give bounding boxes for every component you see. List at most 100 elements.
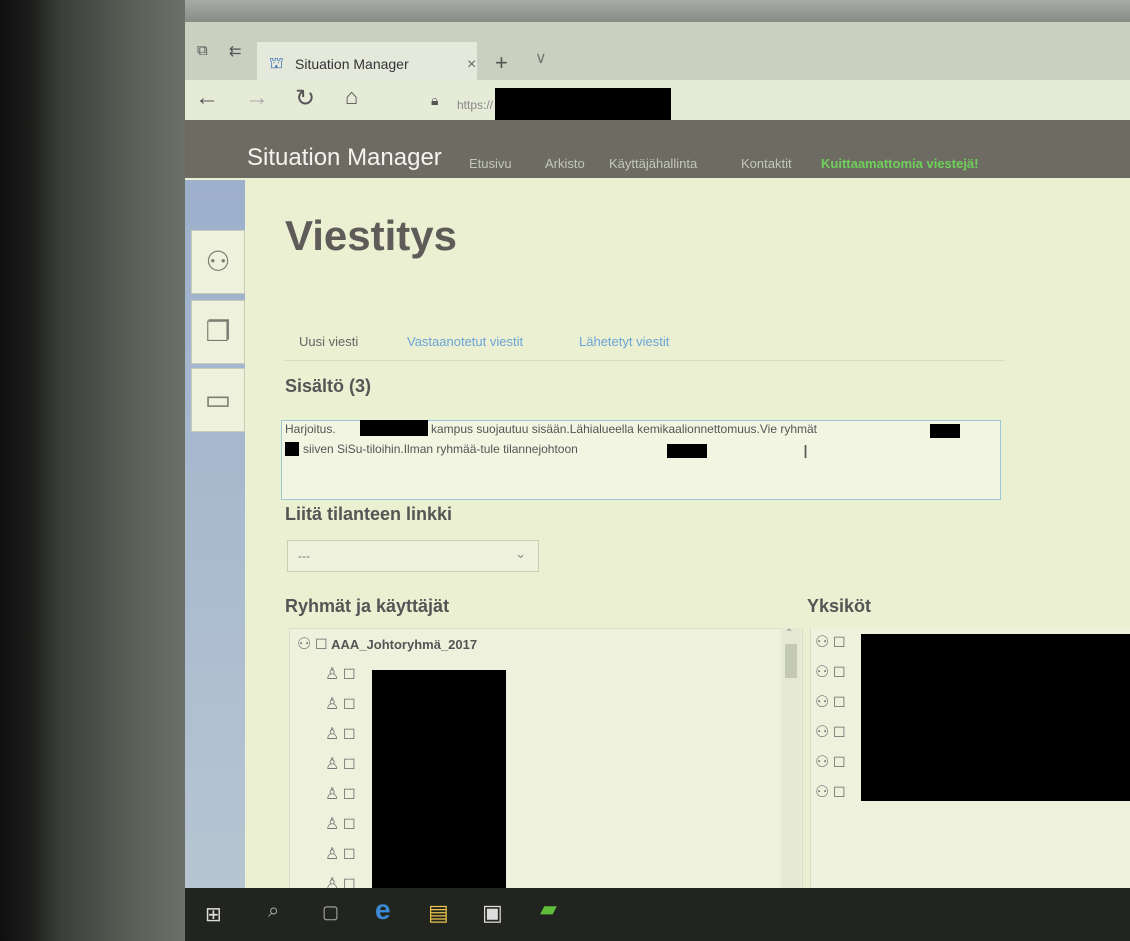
checkbox-icon[interactable]: ☐ (343, 846, 356, 862)
redacted-unit-names (861, 634, 1130, 801)
set-aside-icon[interactable]: ⇇ (229, 42, 242, 60)
groups-list[interactable] (289, 628, 803, 922)
user-icon: ♙ (325, 786, 340, 803)
browser-tab[interactable]: ⛫ Situation Manager × (257, 42, 477, 80)
checkbox-icon[interactable]: ☐ (315, 636, 328, 652)
tab-close-icon[interactable]: × (467, 56, 476, 74)
menu-etusivu[interactable]: Etusivu (469, 156, 512, 171)
message-line1-b: kampus suojautuu sisään.Lähialueella kem… (431, 422, 818, 436)
tab-lahetetyt[interactable]: Lähetetyt viestit (579, 334, 669, 349)
text-cursor-icon: I (803, 442, 809, 462)
unacknowledged-alert[interactable]: Kuittaamattomia viestejä! (821, 156, 979, 171)
user-icon: ♙ (325, 756, 340, 773)
user-icon: ♙ (325, 666, 340, 683)
message-line1-a: Harjoitus. (285, 422, 336, 436)
unit-row[interactable]: ⚇ ☐ (815, 692, 846, 712)
user-icon: ♙ (325, 816, 340, 833)
user-row[interactable]: ♙ ☐ (325, 694, 356, 714)
sidebar-user-icon[interactable]: ⚇ (191, 230, 245, 294)
redacted-url (495, 88, 671, 124)
checkbox-icon[interactable]: ☐ (833, 634, 846, 650)
file-explorer-icon[interactable]: ▤ (428, 900, 449, 926)
checkbox-icon[interactable]: ☐ (343, 816, 356, 832)
group-name: AAA_Johtoryhmä_2017 (331, 637, 478, 652)
redacted-text (360, 420, 428, 436)
unit-row[interactable]: ⚇ ☐ (815, 752, 846, 772)
home-icon[interactable]: ⌂ (345, 84, 358, 110)
app-brand[interactable]: Situation Manager (247, 144, 442, 172)
checkbox-icon[interactable]: ☐ (343, 756, 356, 772)
select-value: --- (298, 549, 310, 563)
tab-title: Situation Manager (295, 56, 409, 72)
group-icon: ⚇ (815, 664, 830, 681)
checkbox-icon[interactable]: ☐ (833, 784, 846, 800)
redacted-text (285, 442, 299, 456)
scroll-up-icon[interactable]: ⌃ (785, 628, 793, 639)
chevron-down-icon: ⌄ (515, 546, 526, 561)
checkbox-icon[interactable]: ☐ (343, 786, 356, 802)
units-heading: Yksiköt (807, 596, 872, 616)
redacted-text (930, 424, 960, 438)
group-icon: ⚇ (815, 754, 830, 771)
refresh-icon[interactable]: ↻ (295, 84, 315, 113)
user-row[interactable]: ♙ ☐ (325, 754, 356, 774)
user-icon: ♙ (325, 846, 340, 863)
group-icon: ⚇ (815, 724, 830, 741)
sidebar-chat-icon[interactable]: ▭ (191, 368, 245, 432)
browser-tabbar: ⧉ ⇇ ⛫ Situation Manager × + ∨ (185, 22, 1130, 80)
groups-heading: Ryhmät ja käyttäjät (285, 596, 450, 616)
redacted-user-names (372, 670, 506, 904)
user-row[interactable]: ♙ ☐ (325, 784, 356, 804)
redacted-text (667, 444, 707, 458)
user-row[interactable]: ♙ ☐ (325, 724, 356, 744)
unit-row[interactable]: ⚇ ☐ (815, 662, 846, 682)
edge-browser-icon[interactable]: e (375, 894, 391, 926)
link-heading: Liitä tilanteen linkki (285, 504, 453, 524)
task-view-icon[interactable]: ▢ (322, 902, 339, 923)
search-icon[interactable]: ⌕ (268, 900, 279, 923)
site-favicon-icon: ⛫ (269, 55, 284, 72)
checkbox-icon[interactable]: ☐ (343, 696, 356, 712)
situation-link-select[interactable]: --- ⌄ (287, 540, 539, 572)
url-text[interactable]: https:// (457, 98, 493, 112)
menu-kayttajahallinta[interactable]: Käyttäjähallinta (609, 156, 697, 171)
unit-row[interactable]: ⚇ ☐ (815, 632, 846, 652)
group-icon: ⚇ (297, 636, 312, 653)
tab-list-icon[interactable]: ∨ (535, 48, 547, 68)
unit-row[interactable]: ⚇ ☐ (815, 722, 846, 742)
new-tab-button[interactable]: + (495, 50, 508, 76)
menu-arkisto[interactable]: Arkisto (545, 156, 585, 171)
tab-uusi-viesti[interactable]: Uusi viesti (299, 334, 358, 349)
forward-icon[interactable]: → (245, 84, 269, 112)
unit-row[interactable]: ⚇ ☐ (815, 782, 846, 802)
checkbox-icon[interactable]: ☐ (343, 666, 356, 682)
lock-icon: 🔒︎ (431, 92, 439, 108)
user-row[interactable]: ♙ ☐ (325, 814, 356, 834)
page-title: Viestitys (285, 212, 457, 259)
checkbox-icon[interactable]: ☐ (833, 724, 846, 740)
sidebar-documents-icon[interactable]: ❐ (191, 300, 245, 364)
menu-kontaktit[interactable]: Kontaktit (741, 156, 792, 171)
back-icon[interactable]: ← (195, 84, 219, 112)
group-icon: ⚇ (815, 694, 830, 711)
group-icon: ⚇ (815, 634, 830, 651)
start-icon[interactable]: ⊞ (205, 902, 222, 927)
store-icon[interactable]: ▣ (482, 900, 503, 926)
wall-left (0, 0, 185, 941)
user-row[interactable]: ♙ ☐ (325, 844, 356, 864)
checkbox-icon[interactable]: ☐ (833, 754, 846, 770)
message-line2-a: siiven SiSu-tiloihin.Ilman ryhmää-tule t… (303, 442, 578, 456)
user-icon: ♙ (325, 726, 340, 743)
group-row[interactable]: ⚇ ☐ AAA_Johtoryhmä_2017 (297, 634, 477, 654)
scroll-thumb[interactable] (785, 644, 797, 678)
tabs-aside-icon[interactable]: ⧉ (197, 42, 208, 59)
checkbox-icon[interactable]: ☐ (343, 726, 356, 742)
user-row[interactable]: ♙ ☐ (325, 664, 356, 684)
content-heading: Sisältö (3) (285, 376, 372, 396)
app-pin-icon[interactable]: ▰ (540, 896, 557, 922)
tab-vastaanotetut[interactable]: Vastaanotetut viestit (407, 334, 523, 349)
projected-screen: ⧉ ⇇ ⛫ Situation Manager × + ∨ ← → ↻ ⌂ 🔒︎… (185, 22, 1130, 922)
group-icon: ⚇ (815, 784, 830, 801)
checkbox-icon[interactable]: ☐ (833, 664, 846, 680)
checkbox-icon[interactable]: ☐ (833, 694, 846, 710)
